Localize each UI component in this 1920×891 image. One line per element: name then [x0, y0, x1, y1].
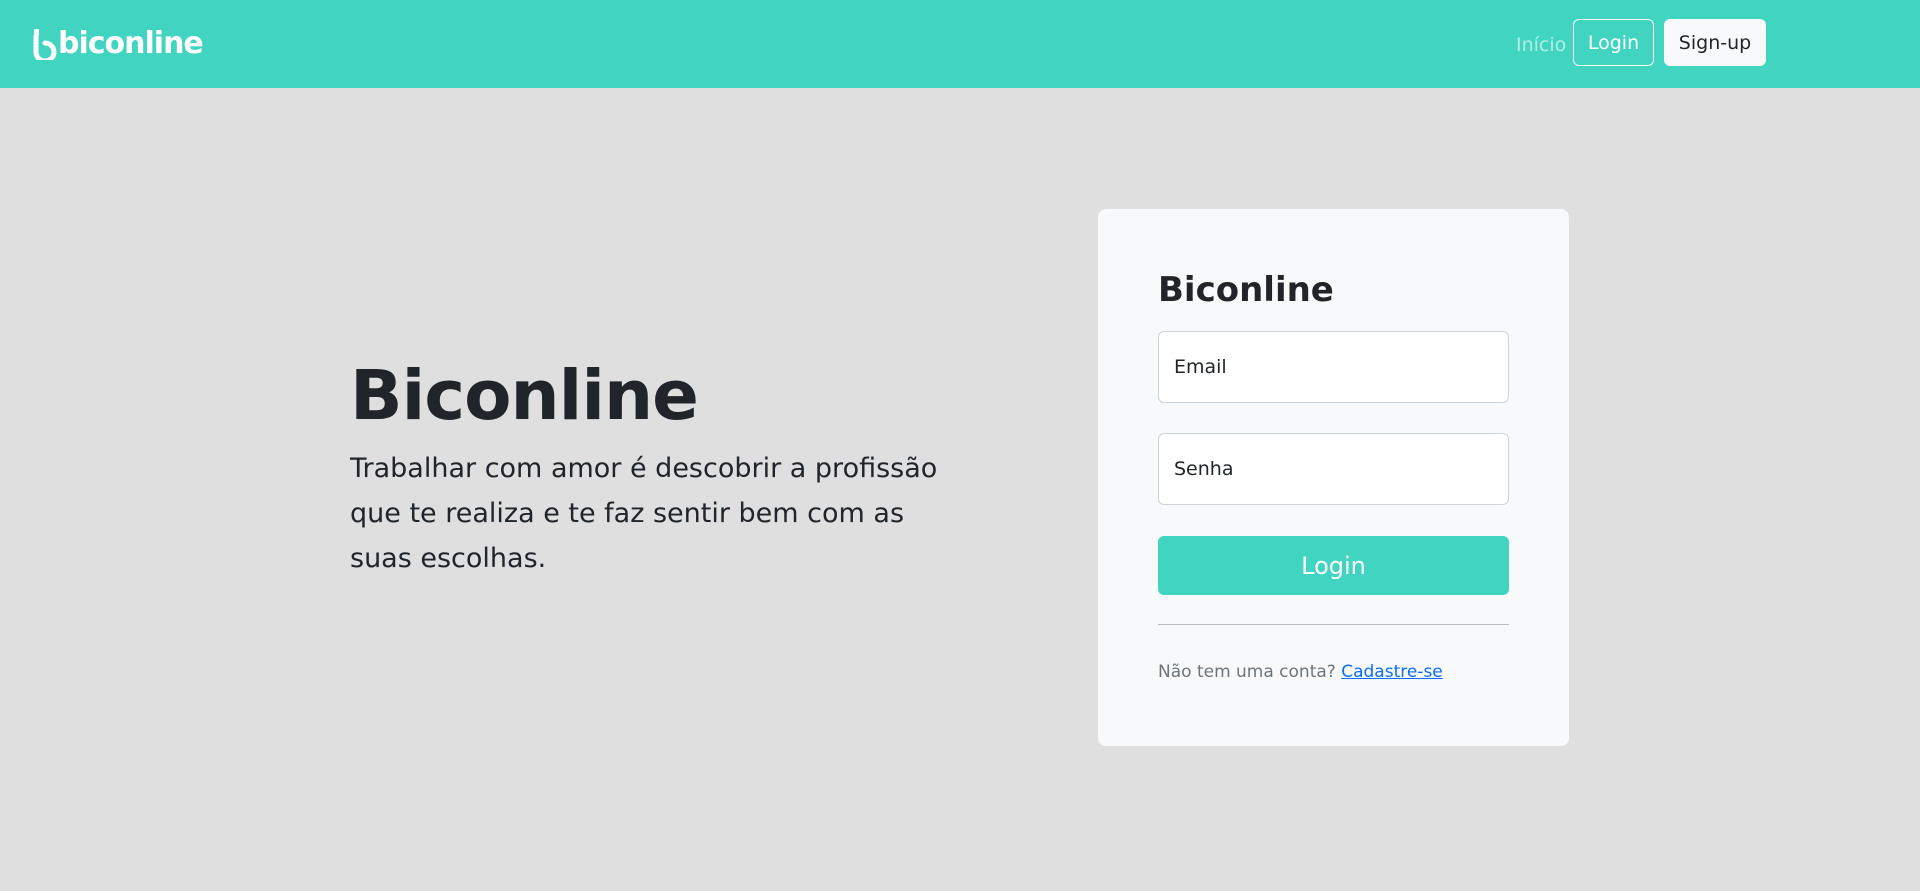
hero-title: Biconline	[350, 356, 699, 436]
no-account-text: Não tem uma conta?	[1158, 662, 1336, 682]
top-navbar: biconline Início Login Sign-up	[0, 0, 1920, 88]
nav-login-button[interactable]: Login	[1573, 19, 1654, 66]
nav-signup-button[interactable]: Sign-up	[1664, 19, 1766, 66]
email-field[interactable]	[1158, 331, 1509, 403]
hero-description: Trabalhar com amor é descobrir a profiss…	[350, 453, 938, 574]
nav-link-inicio[interactable]: Início	[1516, 33, 1566, 57]
login-card-title: Biconline	[1158, 270, 1334, 310]
brand-name: biconline	[58, 26, 204, 61]
signup-link[interactable]: Cadastre-se	[1341, 662, 1443, 682]
biconline-logo-icon	[33, 29, 57, 60]
divider	[1158, 624, 1509, 625]
login-card: Biconline Login Não tem uma conta? Cadas…	[1098, 209, 1569, 746]
brand-logo[interactable]: biconline	[33, 24, 204, 64]
signup-prompt: Não tem uma conta? Cadastre-se	[1158, 661, 1443, 683]
password-field[interactable]	[1158, 433, 1509, 505]
login-submit-button[interactable]: Login	[1158, 536, 1509, 595]
